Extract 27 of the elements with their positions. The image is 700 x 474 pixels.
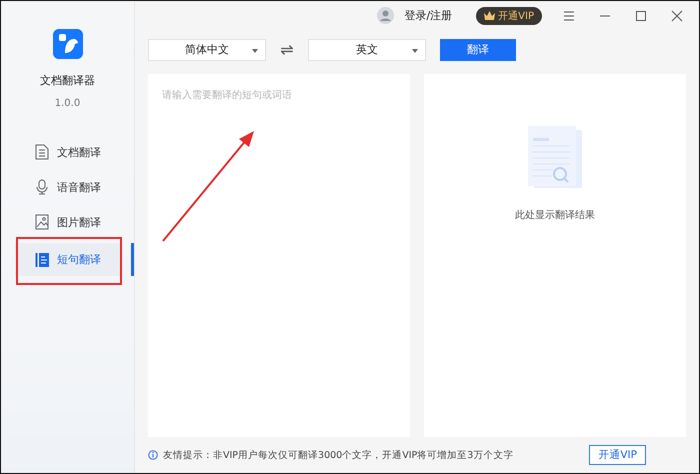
- selection-indicator: [131, 243, 134, 276]
- login-link[interactable]: 登录/注册: [404, 8, 452, 24]
- sidebar-item[interactable]: 语音翻译: [1, 173, 134, 201]
- tip-text: 友情提示：非VIP用户每次仅可翻译3000个文字，开通VIP将可增加至3万个文字: [163, 448, 514, 462]
- document-icon: [35, 144, 49, 160]
- vip-button[interactable]: 开通VIP: [476, 6, 542, 25]
- info-icon: [148, 450, 158, 460]
- source-text-input[interactable]: 请输入需要翻译的短句或词语: [148, 74, 410, 117]
- app-name: 文档翻译器: [40, 73, 95, 88]
- text-list-icon: [35, 252, 49, 268]
- vip-button[interactable]: 开通VIP: [589, 445, 646, 466]
- caret-icon: [412, 48, 418, 53]
- microphone-icon: [35, 179, 49, 195]
- translate-button[interactable]: 翻译: [440, 38, 516, 61]
- sidebar-item[interactable]: 短句翻译: [15, 243, 120, 276]
- image-icon: [35, 214, 49, 230]
- swap-languages-button[interactable]: ⇌: [266, 40, 308, 60]
- crown-icon: [484, 10, 496, 21]
- source-language-dropdown[interactable]: 简体中文: [148, 38, 266, 61]
- document-search-icon: [526, 126, 584, 190]
- empty-result-text: 此处显示翻译结果: [515, 208, 595, 222]
- sidebar-item[interactable]: 图片翻译: [1, 208, 134, 236]
- target-language-dropdown[interactable]: 英文: [308, 38, 426, 61]
- sidebar-item[interactable]: 文档翻译: [1, 138, 134, 166]
- app-version: 1.0.0: [54, 98, 80, 109]
- caret-icon: [252, 48, 258, 53]
- bird-logo-icon: [52, 29, 82, 59]
